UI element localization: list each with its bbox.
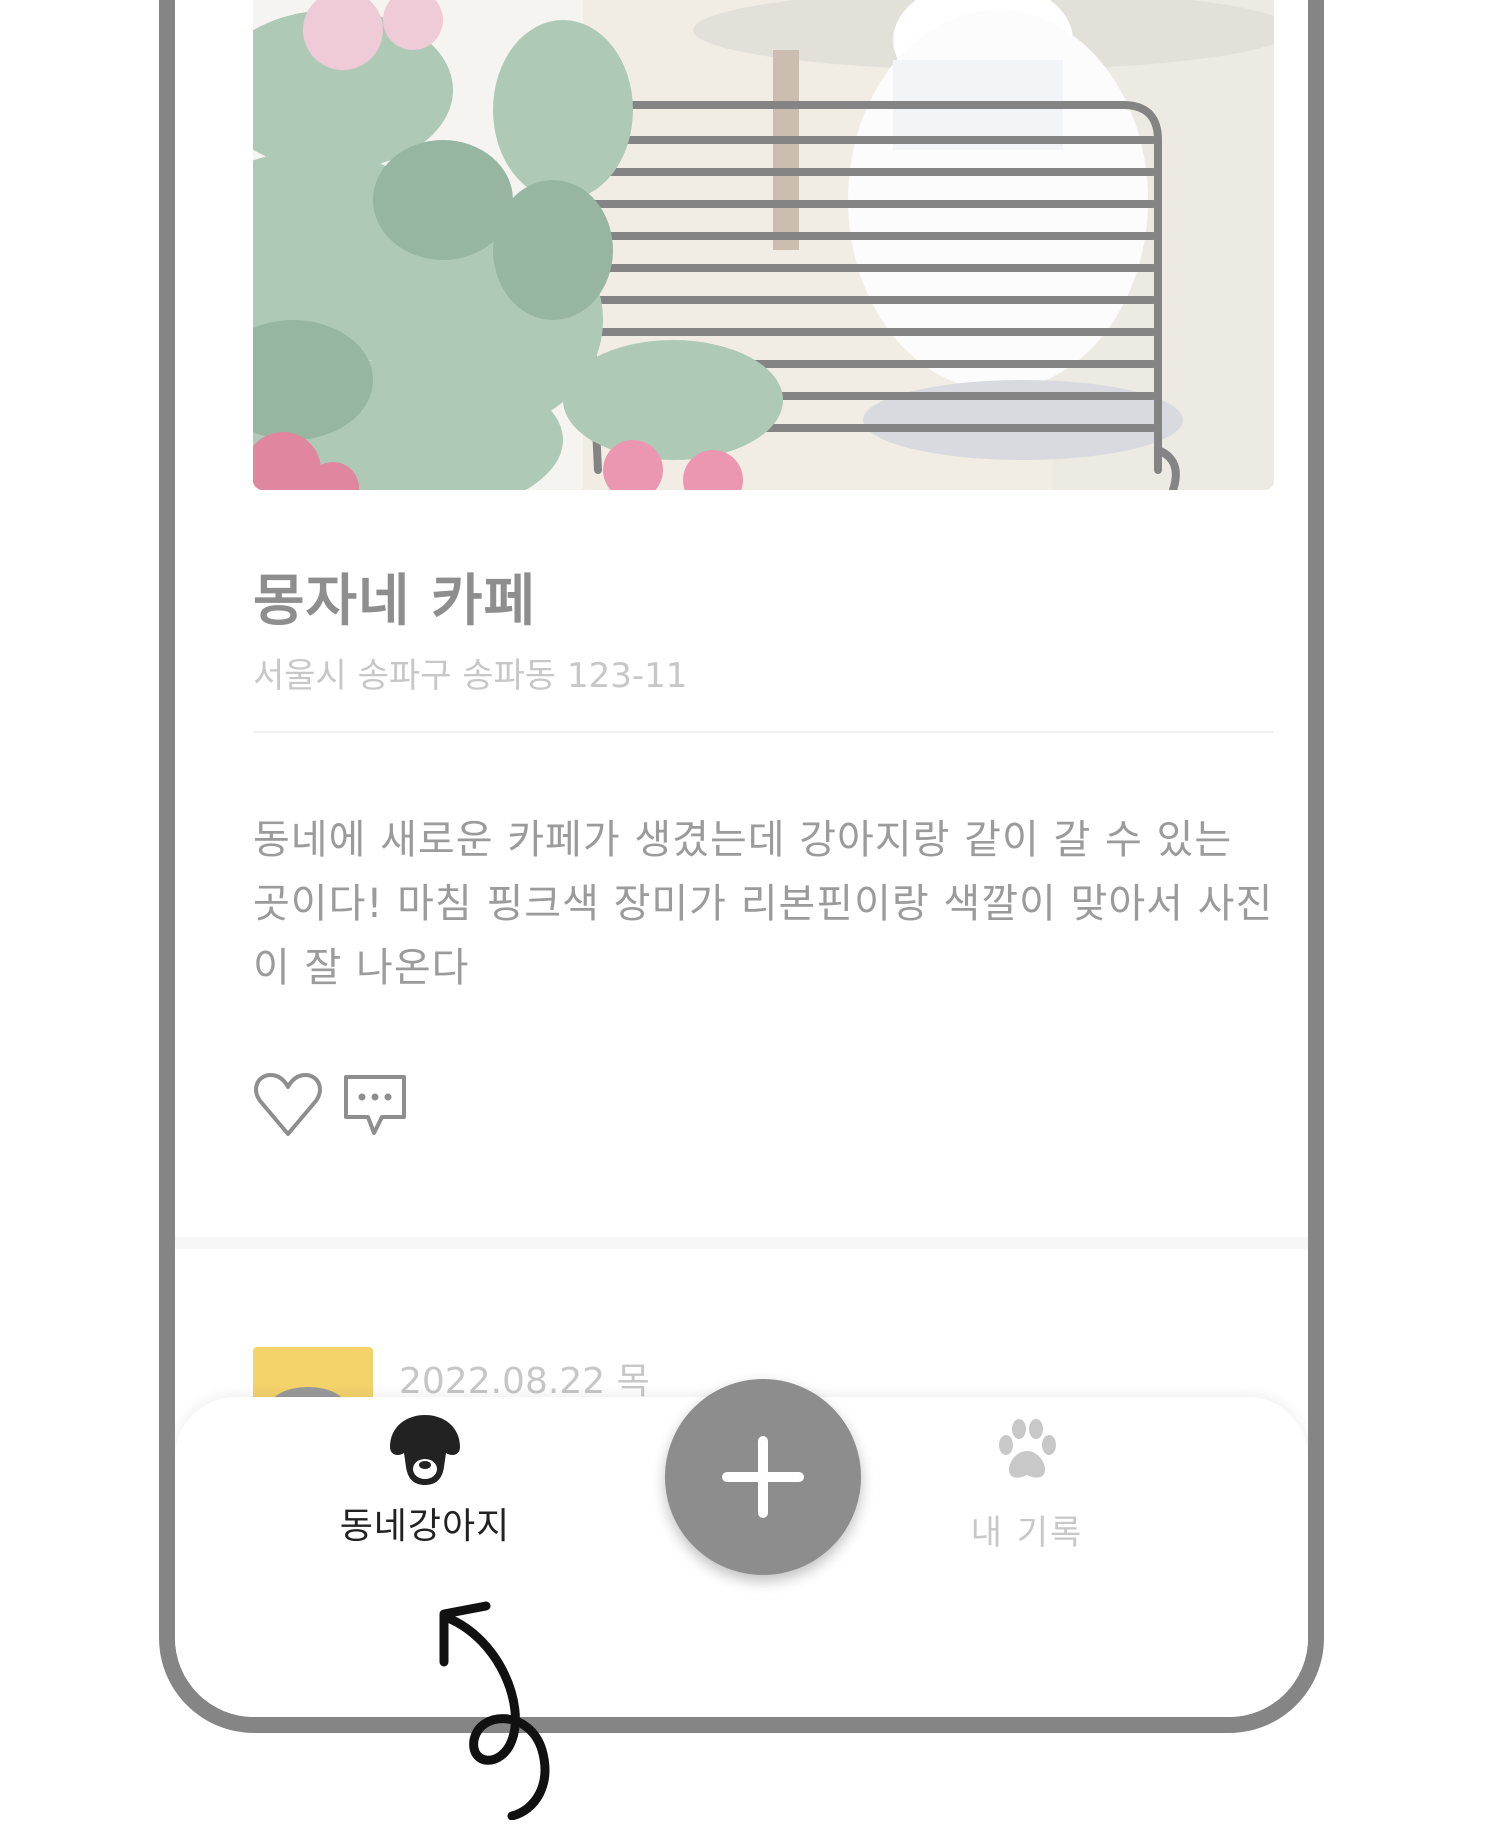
nav-item-home[interactable]: 동네강아지 [325,1409,525,1559]
divider [253,731,1274,733]
heart-outline-icon [254,1073,322,1136]
post-address: 서울시 송파구 송파동 123-11 [253,656,688,696]
nav-item-records[interactable]: 내 기록 [927,1415,1127,1565]
post-title: 몽자네 카페 [253,569,537,634]
speech-bubble-dots-icon [344,1075,406,1135]
nav-label-records: 내 기록 [970,1513,1084,1553]
section-separator [175,1237,1308,1249]
annotation-arrow-icon [439,1601,550,1820]
plus-icon [722,1436,804,1518]
comment-button[interactable] [340,1073,410,1139]
dog-head-icon [390,1415,460,1485]
nav-label-home: 동네강아지 [339,1506,511,1547]
post-body: 동네에 새로운 카페가 생겼는데 강아지랑 같이 갈 수 있는 곳이다! 마침 … [253,817,1274,991]
like-button[interactable] [253,1072,323,1138]
post-photo[interactable] [253,0,1274,490]
photo-illustration [253,0,1274,490]
phone-frame: 몽자네 카페 서울시 송파구 송파동 123-11 동네에 새로운 카페가 생겼… [159,0,1324,1733]
bottom-nav: 동네강아지 내 기록 [175,1379,1308,1717]
add-post-button[interactable] [665,1379,861,1575]
paw-icon [999,1419,1056,1478]
